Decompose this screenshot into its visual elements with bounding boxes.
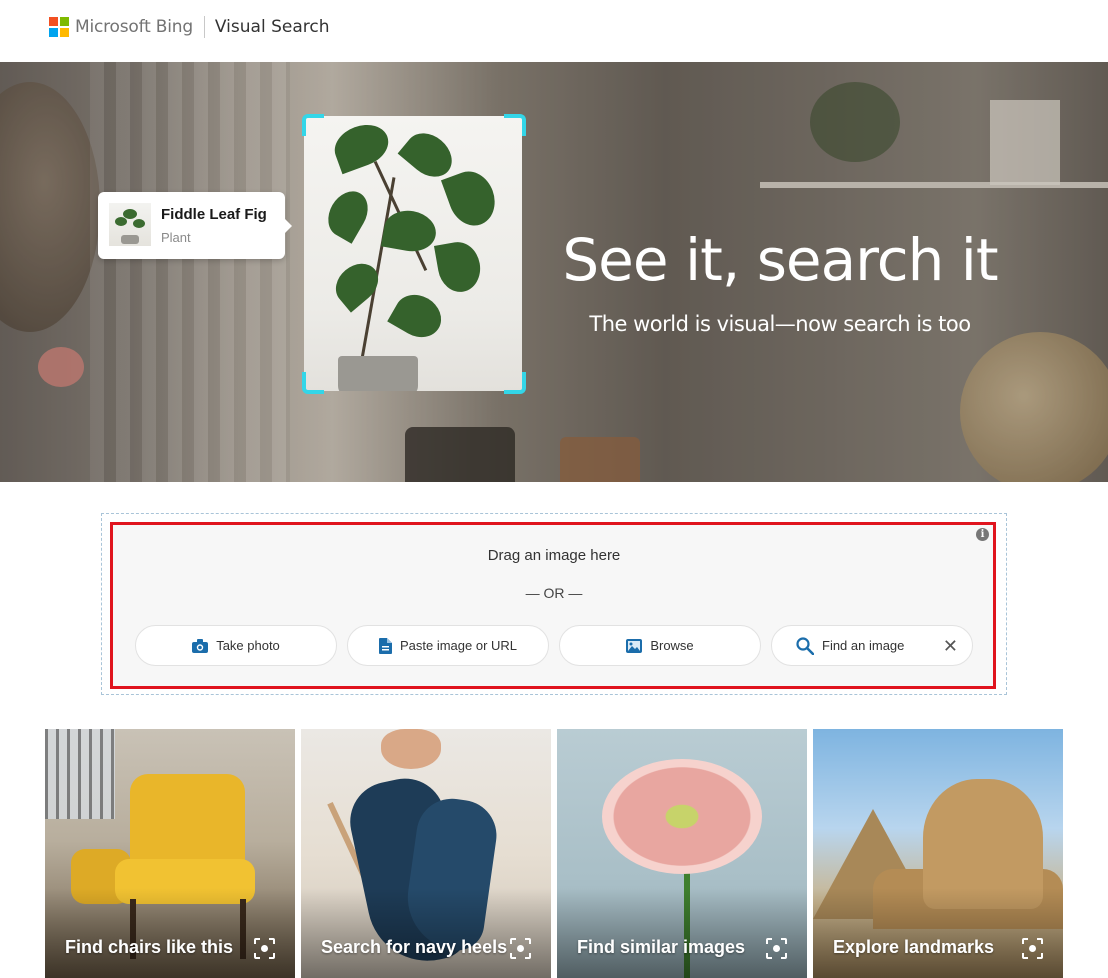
card-label: Find similar images xyxy=(577,937,746,957)
brand-name: Microsoft Bing xyxy=(75,17,193,37)
drag-instruction: Drag an image here xyxy=(487,547,621,564)
document-icon xyxy=(378,637,392,654)
fiddle-leaf-fig-photo xyxy=(304,116,522,391)
card-similar-images[interactable]: Find similar images xyxy=(557,729,807,978)
close-icon[interactable]: ✕ xyxy=(943,637,958,655)
visual-search-icon xyxy=(1022,938,1043,959)
result-thumbnail xyxy=(109,203,151,246)
hero-banner: Fiddle Leaf Fig Plant See it, search it … xyxy=(0,62,1108,482)
or-divider: — OR — xyxy=(525,585,583,601)
find-image-input[interactable]: Find an image ✕ xyxy=(771,625,973,666)
take-photo-button[interactable]: Take photo xyxy=(135,625,337,666)
card-label: Explore landmarks xyxy=(833,937,995,957)
card-label: Search for navy heels xyxy=(321,937,508,957)
search-icon xyxy=(796,636,814,655)
product-name: Visual Search xyxy=(214,17,330,37)
card-heels[interactable]: Search for navy heels xyxy=(301,729,551,978)
scan-corner-icon xyxy=(504,372,526,394)
camera-icon xyxy=(192,638,209,653)
paste-image-label: Paste image or URL xyxy=(399,638,518,653)
visual-search-icon xyxy=(766,938,787,959)
visual-search-icon xyxy=(254,938,275,959)
info-icon[interactable]: i xyxy=(976,528,989,541)
header-divider xyxy=(203,16,205,38)
header: Microsoft Bing Visual Search xyxy=(0,0,1108,62)
scan-corner-icon xyxy=(302,372,324,394)
scan-corner-icon xyxy=(504,114,526,136)
paste-image-button[interactable]: Paste image or URL xyxy=(347,625,549,666)
find-image-placeholder: Find an image xyxy=(822,638,905,653)
hero-title: See it, search it xyxy=(562,226,998,294)
browse-button[interactable]: Browse xyxy=(559,625,761,666)
image-icon xyxy=(626,638,643,653)
take-photo-label: Take photo xyxy=(216,638,280,653)
browse-label: Browse xyxy=(650,638,694,653)
hero-subtitle: The world is visual—now search is too xyxy=(589,312,971,336)
microsoft-bing-logo[interactable]: Microsoft Bing Visual Search xyxy=(49,16,329,38)
result-tag[interactable]: Fiddle Leaf Fig Plant xyxy=(98,192,292,259)
card-label: Find chairs like this xyxy=(65,937,234,957)
microsoft-logo-icon xyxy=(49,17,69,37)
result-tag-title: Fiddle Leaf Fig xyxy=(161,206,267,223)
card-chairs[interactable]: Find chairs like this xyxy=(45,729,295,978)
visual-search-icon xyxy=(510,938,531,959)
scan-corner-icon xyxy=(302,114,324,136)
result-tag-subtitle: Plant xyxy=(161,230,191,245)
card-landmarks[interactable]: Explore landmarks xyxy=(813,729,1063,978)
